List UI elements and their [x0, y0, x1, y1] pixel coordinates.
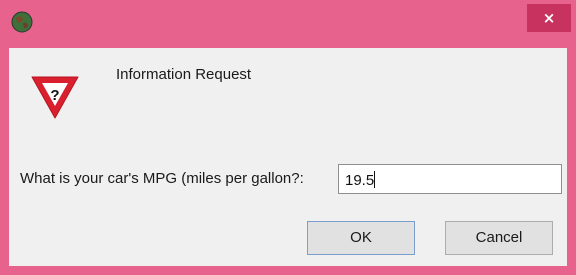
dialog-client-area: ? Information Request What is your car's… [9, 48, 567, 266]
app-globe-icon [11, 11, 33, 33]
title-bar[interactable]: × [0, 0, 576, 48]
text-caret [374, 171, 376, 188]
close-icon: × [542, 9, 556, 27]
cancel-button[interactable]: Cancel [445, 221, 553, 255]
question-warning-icon: ? [31, 76, 79, 119]
close-button[interactable]: × [527, 4, 571, 32]
mpg-prompt-label: What is your car's MPG (miles per gallon… [20, 170, 304, 187]
ok-button[interactable]: OK [307, 221, 415, 255]
mpg-input[interactable]: 19.5 [338, 164, 562, 194]
dialog-window: × ? Information Request What is your car… [0, 0, 576, 275]
dialog-heading: Information Request [116, 66, 252, 83]
question-mark-glyph: ? [50, 87, 59, 104]
mpg-input-value: 19.5 [345, 172, 375, 189]
